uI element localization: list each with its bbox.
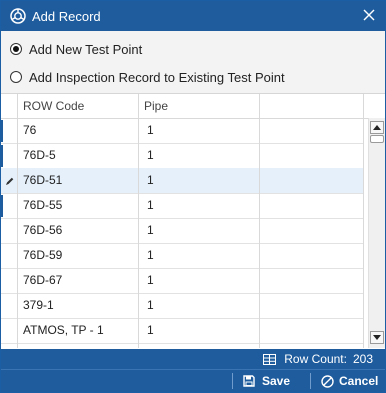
cell-pipe: 1 [147,148,154,162]
save-button-label: Save [262,374,291,388]
dialog-footer: Save Cancel [1,370,385,392]
cell-row-code: 76 [23,123,37,137]
table-row[interactable]: 76D-59 1 [1,243,363,269]
triangle-down-icon [373,335,381,340]
cell-pipe: 1 [147,298,154,312]
cell-row-code: 76D-5 [23,148,56,162]
close-icon[interactable] [361,7,377,23]
table-row[interactable]: 76D-5 1 [1,143,363,169]
column-header-pipe[interactable]: Pipe [144,94,168,118]
table-row-active[interactable]: 76D-51 1 [1,168,363,194]
add-record-dialog: Add Record Add New Test Point Add Inspec… [0,0,386,393]
row-indicator [1,145,3,167]
table-row[interactable]: 76 1 [1,118,363,144]
column-divider [138,94,139,348]
row-indicator [1,120,3,142]
status-bar: Row Count: 203 [1,349,385,370]
column-divider [363,94,364,348]
cell-row-code: 76D-55 [23,198,63,212]
cell-row-code: 379-1 [23,298,54,312]
footer-divider [232,373,233,389]
cell-pipe: 1 [147,248,154,262]
save-disk-icon [243,375,255,387]
grid-header: ROW Code Pipe [1,94,385,119]
radio-add-new-test-point[interactable] [10,43,22,55]
table-row[interactable]: 76D-55 1 [1,193,363,219]
scrollbar-thumb[interactable] [370,135,384,143]
row-count-label: Row Count: [284,352,347,366]
dialog-title: Add Record [32,8,101,24]
cell-pipe: 1 [147,173,154,187]
row-count-value: 203 [352,352,373,366]
radio-add-inspection-record[interactable] [10,71,22,83]
save-button[interactable]: Save [243,370,290,392]
cancel-button-label: Cancel [339,374,379,388]
cell-pipe: 1 [147,198,154,212]
cell-row-code: 76D-67 [23,273,63,287]
title-bar: Add Record [1,1,385,31]
test-point-grid: ROW Code Pipe 76 1 76D-5 1 76D-51 1 76D-… [1,94,385,348]
cell-row-code: 76D-59 [23,248,63,262]
table-row[interactable]: 76D-56 1 [1,218,363,244]
option-add-inspection-record-label: Add Inspection Record to Existing Test P… [29,69,285,85]
scroll-down-button[interactable] [370,331,384,344]
row-indicator [1,195,3,217]
triangle-up-icon [373,125,381,130]
option-add-inspection-record[interactable]: Add Inspection Record to Existing Test P… [10,68,285,86]
vertical-scrollbar[interactable] [368,118,385,348]
cell-pipe: 1 [147,223,154,237]
app-logo-icon [10,8,26,24]
cell-row-code: ATMOS, TP - 1 [23,323,104,337]
row-selector-column [1,94,18,348]
cell-row-code: 76D-56 [23,223,63,237]
cell-pipe: 1 [147,273,154,287]
table-grid-icon [263,353,277,365]
record-type-options: Add New Test Point Add Inspection Record… [1,31,385,94]
cell-row-code: 76D-51 [23,173,63,187]
option-add-new-test-point-label: Add New Test Point [29,41,143,57]
table-row[interactable]: 76D-67 1 [1,268,363,294]
cell-pipe: 1 [147,323,154,337]
scroll-up-button[interactable] [370,121,384,134]
option-add-new-test-point[interactable]: Add New Test Point [10,40,142,58]
cell-pipe: 1 [147,123,154,137]
table-row[interactable]: 379-1 1 [1,293,363,319]
cancel-button[interactable]: Cancel [321,370,378,392]
column-divider [259,94,260,348]
row-count: Row Count: 203 [263,349,373,369]
column-header-row-code[interactable]: ROW Code [23,94,84,118]
cancel-circle-icon [321,374,334,388]
footer-divider [310,373,311,389]
table-row[interactable]: ATMOS, TP - 1 1 [1,318,363,344]
